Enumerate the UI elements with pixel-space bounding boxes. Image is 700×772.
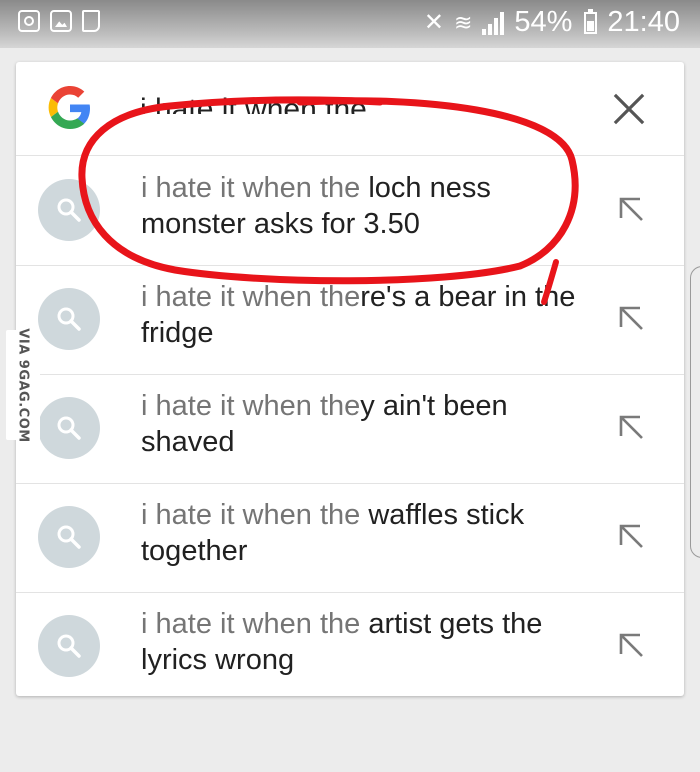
search-icon: [38, 506, 100, 568]
search-bar[interactable]: i hate it when the: [16, 62, 684, 156]
suggestion-text: i hate it when there's a bear in the fri…: [141, 281, 576, 349]
watermark: VIA 9GAG.COM: [6, 328, 40, 442]
insert-arrow-icon[interactable]: [616, 630, 646, 660]
search-icon: [38, 179, 100, 241]
suggestion-item[interactable]: i hate it when they ain't been shaved: [16, 374, 684, 484]
insert-arrow-icon[interactable]: [616, 194, 646, 224]
insert-arrow-icon[interactable]: [616, 521, 646, 551]
nine-gag-icon: [18, 10, 40, 32]
battery-percent: 54%: [514, 6, 573, 38]
suggestion-item[interactable]: i hate it when there's a bear in the fri…: [16, 265, 684, 375]
search-input[interactable]: i hate it when the: [140, 90, 367, 114]
suggestion-text: i hate it when the loch ness monster ask…: [141, 172, 491, 240]
search-icon: [38, 397, 100, 459]
cast-icon: [82, 10, 100, 32]
image-icon: [50, 10, 72, 32]
notification-icons: [18, 10, 100, 32]
wifi-icon: ≋: [453, 9, 473, 35]
suggestion-text: i hate it when they ain't been shaved: [141, 390, 508, 458]
status-bar: ✕ ≋ 54% 21:40: [0, 0, 700, 48]
mute-icon: ✕: [423, 9, 444, 36]
suggestion-text: i hate it when the waffles stick togethe…: [141, 499, 525, 567]
search-suggestions-card: i hate it when the i hate it when the lo…: [16, 62, 684, 696]
suggestion-item[interactable]: i hate it when the waffles stick togethe…: [16, 483, 684, 593]
suggestion-item[interactable]: i hate it when the loch ness monster ask…: [16, 156, 684, 266]
signal-icon: [482, 11, 505, 35]
close-icon[interactable]: [610, 90, 648, 128]
search-icon: [38, 288, 100, 350]
suggestion-item[interactable]: i hate it when the artist gets the lyric…: [16, 592, 684, 701]
suggestion-text: i hate it when the artist gets the lyric…: [141, 608, 543, 676]
battery-icon: [584, 8, 598, 34]
insert-arrow-icon[interactable]: [616, 303, 646, 333]
search-icon: [38, 615, 100, 677]
insert-arrow-icon[interactable]: [616, 412, 646, 442]
edge-panel-handle[interactable]: [690, 266, 700, 558]
system-icons: ✕ ≋ 54% 21:40: [424, 6, 680, 39]
clock: 21:40: [607, 6, 680, 38]
google-logo-icon: [48, 86, 90, 129]
